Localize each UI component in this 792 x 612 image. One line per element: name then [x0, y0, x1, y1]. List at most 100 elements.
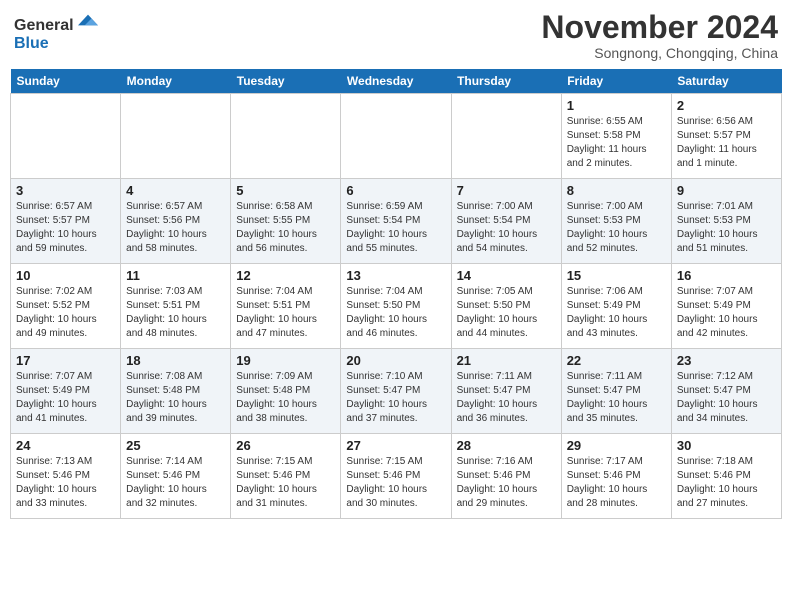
day-info: Sunrise: 7:11 AM Sunset: 5:47 PM Dayligh… [457, 370, 556, 426]
calendar-day-25: 25Sunrise: 7:14 AM Sunset: 5:46 PM Dayli… [121, 434, 231, 519]
calendar-week-row: 17 Sunrise: 7:07 AM Sunset: 5:49 PM Dayli… [11, 349, 782, 434]
calendar-day-3: 3 Sunrise: 6:57 AM Sunset: 5:57 PM Daylig… [11, 179, 121, 264]
day-info: Sunrise: 7:04 AM Sunset: 5:50 PM Dayligh… [346, 285, 445, 341]
calendar-day-20: 20 Sunrise: 7:10 AM Sunset: 5:47 PM Dayli… [341, 349, 451, 434]
day-number: 9 [677, 183, 776, 198]
month-title: November 2024 [541, 10, 778, 45]
day-number: 11 [126, 268, 225, 283]
page-header: General Blue November 2024 Songnong, Cho… [10, 10, 782, 61]
calendar-day-1: 1Sunrise: 6:55 AM Sunset: 5:58 PM Daylig… [561, 94, 671, 179]
day-info: Sunrise: 7:13 AM Sunset: 5:46 PM Dayligh… [16, 455, 115, 511]
logo-icon [78, 10, 98, 30]
calendar-week-row: 10Sunrise: 7:02 AM Sunset: 5:52 PM Dayli… [11, 264, 782, 349]
calendar-day-2: 2 Sunrise: 6:56 AM Sunset: 5:57 PM Daylig… [671, 94, 781, 179]
day-info: Sunrise: 7:12 AM Sunset: 5:47 PM Dayligh… [677, 370, 776, 426]
day-header-wednesday: Wednesday [341, 69, 451, 94]
calendar-day-19: 19Sunrise: 7:09 AM Sunset: 5:48 PM Dayli… [231, 349, 341, 434]
day-number: 14 [457, 268, 556, 283]
day-info: Sunrise: 7:14 AM Sunset: 5:46 PM Dayligh… [126, 455, 225, 511]
day-number: 23 [677, 353, 776, 368]
day-info: Sunrise: 6:59 AM Sunset: 5:54 PM Dayligh… [346, 200, 445, 256]
day-number: 28 [457, 438, 556, 453]
day-info: Sunrise: 6:57 AM Sunset: 5:57 PM Dayligh… [16, 200, 115, 256]
day-info: Sunrise: 7:07 AM Sunset: 5:49 PM Dayligh… [16, 370, 115, 426]
calendar-day-4: 4 Sunrise: 6:57 AM Sunset: 5:56 PM Daylig… [121, 179, 231, 264]
calendar-day-5: 5 Sunrise: 6:58 AM Sunset: 5:55 PM Daylig… [231, 179, 341, 264]
calendar-day-23: 23 Sunrise: 7:12 AM Sunset: 5:47 PM Dayli… [671, 349, 781, 434]
day-number: 21 [457, 353, 556, 368]
day-info: Sunrise: 7:08 AM Sunset: 5:48 PM Dayligh… [126, 370, 225, 426]
calendar-day-30: 30 Sunrise: 7:18 AM Sunset: 5:46 PM Dayli… [671, 434, 781, 519]
calendar-day-6: 6 Sunrise: 6:59 AM Sunset: 5:54 PM Daylig… [341, 179, 451, 264]
day-header-monday: Monday [121, 69, 231, 94]
day-number: 16 [677, 268, 776, 283]
calendar-empty-cell [231, 94, 341, 179]
calendar-header-row: SundayMondayTuesdayWednesdayThursdayFrid… [11, 69, 782, 94]
day-number: 26 [236, 438, 335, 453]
day-info: Sunrise: 7:00 AM Sunset: 5:53 PM Dayligh… [567, 200, 666, 256]
calendar-day-17: 17 Sunrise: 7:07 AM Sunset: 5:49 PM Dayli… [11, 349, 121, 434]
day-info: Sunrise: 6:56 AM Sunset: 5:57 PM Dayligh… [677, 115, 776, 171]
calendar-day-22: 22 Sunrise: 7:11 AM Sunset: 5:47 PM Dayli… [561, 349, 671, 434]
day-info: Sunrise: 7:16 AM Sunset: 5:46 PM Dayligh… [457, 455, 556, 511]
calendar-empty-cell [121, 94, 231, 179]
day-header-sunday: Sunday [11, 69, 121, 94]
day-number: 7 [457, 183, 556, 198]
day-info: Sunrise: 7:03 AM Sunset: 5:51 PM Dayligh… [126, 285, 225, 341]
logo: General Blue [14, 10, 98, 53]
calendar-day-9: 9 Sunrise: 7:01 AM Sunset: 5:53 PM Daylig… [671, 179, 781, 264]
calendar-day-12: 12 Sunrise: 7:04 AM Sunset: 5:51 PM Dayli… [231, 264, 341, 349]
day-number: 20 [346, 353, 445, 368]
calendar-table: SundayMondayTuesdayWednesdayThursdayFrid… [10, 69, 782, 519]
day-header-thursday: Thursday [451, 69, 561, 94]
title-area: November 2024 Songnong, Chongqing, China [541, 10, 778, 61]
day-info: Sunrise: 7:11 AM Sunset: 5:47 PM Dayligh… [567, 370, 666, 426]
calendar-day-26: 26 Sunrise: 7:15 AM Sunset: 5:46 PM Dayli… [231, 434, 341, 519]
calendar-day-27: 27Sunrise: 7:15 AM Sunset: 5:46 PM Dayli… [341, 434, 451, 519]
day-info: Sunrise: 7:06 AM Sunset: 5:49 PM Dayligh… [567, 285, 666, 341]
day-number: 5 [236, 183, 335, 198]
day-number: 6 [346, 183, 445, 198]
day-number: 2 [677, 98, 776, 113]
day-number: 13 [346, 268, 445, 283]
calendar-day-21: 21 Sunrise: 7:11 AM Sunset: 5:47 PM Dayli… [451, 349, 561, 434]
calendar-week-row: 3 Sunrise: 6:57 AM Sunset: 5:57 PM Daylig… [11, 179, 782, 264]
day-number: 10 [16, 268, 115, 283]
calendar-day-14: 14 Sunrise: 7:05 AM Sunset: 5:50 PM Dayli… [451, 264, 561, 349]
day-info: Sunrise: 6:57 AM Sunset: 5:56 PM Dayligh… [126, 200, 225, 256]
day-number: 4 [126, 183, 225, 198]
day-info: Sunrise: 7:07 AM Sunset: 5:49 PM Dayligh… [677, 285, 776, 341]
day-info: Sunrise: 7:01 AM Sunset: 5:53 PM Dayligh… [677, 200, 776, 256]
day-info: Sunrise: 7:17 AM Sunset: 5:46 PM Dayligh… [567, 455, 666, 511]
logo-blue: Blue [14, 35, 49, 52]
calendar-day-16: 16 Sunrise: 7:07 AM Sunset: 5:49 PM Dayli… [671, 264, 781, 349]
day-info: Sunrise: 7:04 AM Sunset: 5:51 PM Dayligh… [236, 285, 335, 341]
day-number: 3 [16, 183, 115, 198]
calendar-day-24: 24Sunrise: 7:13 AM Sunset: 5:46 PM Dayli… [11, 434, 121, 519]
day-number: 22 [567, 353, 666, 368]
day-number: 17 [16, 353, 115, 368]
location-subtitle: Songnong, Chongqing, China [541, 45, 778, 61]
calendar-day-29: 29Sunrise: 7:17 AM Sunset: 5:46 PM Dayli… [561, 434, 671, 519]
day-number: 1 [567, 98, 666, 113]
day-info: Sunrise: 7:15 AM Sunset: 5:46 PM Dayligh… [236, 455, 335, 511]
day-info: Sunrise: 7:05 AM Sunset: 5:50 PM Dayligh… [457, 285, 556, 341]
calendar-empty-cell [451, 94, 561, 179]
day-info: Sunrise: 7:10 AM Sunset: 5:47 PM Dayligh… [346, 370, 445, 426]
calendar-day-7: 7Sunrise: 7:00 AM Sunset: 5:54 PM Daylig… [451, 179, 561, 264]
day-number: 18 [126, 353, 225, 368]
day-header-friday: Friday [561, 69, 671, 94]
day-number: 19 [236, 353, 335, 368]
calendar-week-row: 1Sunrise: 6:55 AM Sunset: 5:58 PM Daylig… [11, 94, 782, 179]
calendar-empty-cell [341, 94, 451, 179]
calendar-day-28: 28 Sunrise: 7:16 AM Sunset: 5:46 PM Dayli… [451, 434, 561, 519]
calendar-day-10: 10Sunrise: 7:02 AM Sunset: 5:52 PM Dayli… [11, 264, 121, 349]
day-info: Sunrise: 7:18 AM Sunset: 5:46 PM Dayligh… [677, 455, 776, 511]
logo-general: General [14, 17, 74, 34]
day-info: Sunrise: 6:58 AM Sunset: 5:55 PM Dayligh… [236, 200, 335, 256]
calendar-week-row: 24Sunrise: 7:13 AM Sunset: 5:46 PM Dayli… [11, 434, 782, 519]
day-header-tuesday: Tuesday [231, 69, 341, 94]
day-number: 12 [236, 268, 335, 283]
calendar-day-11: 11 Sunrise: 7:03 AM Sunset: 5:51 PM Dayli… [121, 264, 231, 349]
day-number: 30 [677, 438, 776, 453]
